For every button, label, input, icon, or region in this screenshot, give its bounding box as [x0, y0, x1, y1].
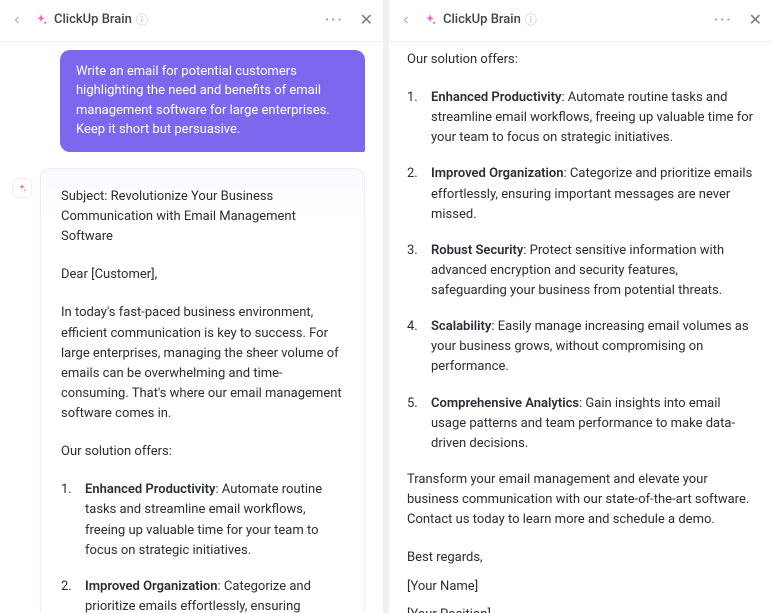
sparkle-icon	[423, 13, 437, 27]
brand-title: ClickUp Brain ⓘ	[34, 10, 148, 30]
ai-response-continued: Our solution offers: 1.Enhanced Producti…	[407, 50, 754, 613]
close-icon[interactable]: ✕	[749, 8, 762, 33]
offers-lead: Our solution offers:	[407, 50, 754, 70]
header-right: ClickUp Brain ⓘ ··· ✕	[389, 0, 772, 42]
list-item: 5.Comprehensive Analytics: Gain insights…	[407, 394, 754, 454]
offers-lead: Our solution offers:	[61, 442, 344, 462]
list-item: 1.Enhanced Productivity: Automate routin…	[407, 88, 754, 148]
email-subject: Subject: Revolutionize Your Business Com…	[61, 187, 344, 247]
brand-title: ClickUp Brain ⓘ	[423, 10, 537, 30]
more-icon[interactable]: ···	[325, 10, 344, 32]
list-item: 4.Scalability: Easily manage increasing …	[407, 317, 754, 377]
email-cta: Transform your email management and elev…	[407, 470, 754, 530]
sparkle-icon	[34, 13, 48, 27]
brand-text: ClickUp Brain	[54, 10, 132, 30]
list-item: 1.Enhanced Productivity: Automate routin…	[61, 480, 344, 561]
sig-name: [Your Name]	[407, 577, 754, 597]
back-icon[interactable]	[399, 13, 413, 27]
email-greeting: Dear [Customer],	[61, 265, 344, 285]
email-intro: In today's fast-paced business environme…	[61, 303, 344, 424]
info-icon[interactable]: ⓘ	[136, 11, 148, 30]
close-icon[interactable]: ✕	[360, 8, 373, 33]
signoff: Best regards,	[407, 548, 754, 568]
list-item: 3.Robust Security: Protect sensitive inf…	[407, 241, 754, 301]
feature-list: 1.Enhanced Productivity: Automate routin…	[61, 480, 344, 613]
back-icon[interactable]	[10, 13, 24, 27]
more-icon[interactable]: ···	[714, 10, 733, 32]
brand-text: ClickUp Brain	[443, 10, 521, 30]
list-item: 2.Improved Organization: Categorize and …	[407, 164, 754, 224]
header-left: ClickUp Brain ⓘ ··· ✕	[0, 0, 383, 42]
user-message: Write an email for potential customers h…	[60, 50, 365, 152]
feature-list: 1.Enhanced Productivity: Automate routin…	[407, 88, 754, 454]
list-item: 2.Improved Organization: Categorize and …	[61, 577, 344, 613]
sparkle-handle-icon	[12, 178, 32, 198]
sig-position: [Your Position]	[407, 605, 754, 613]
info-icon[interactable]: ⓘ	[525, 11, 537, 30]
ai-response-card: Subject: Revolutionize Your Business Com…	[40, 168, 365, 613]
